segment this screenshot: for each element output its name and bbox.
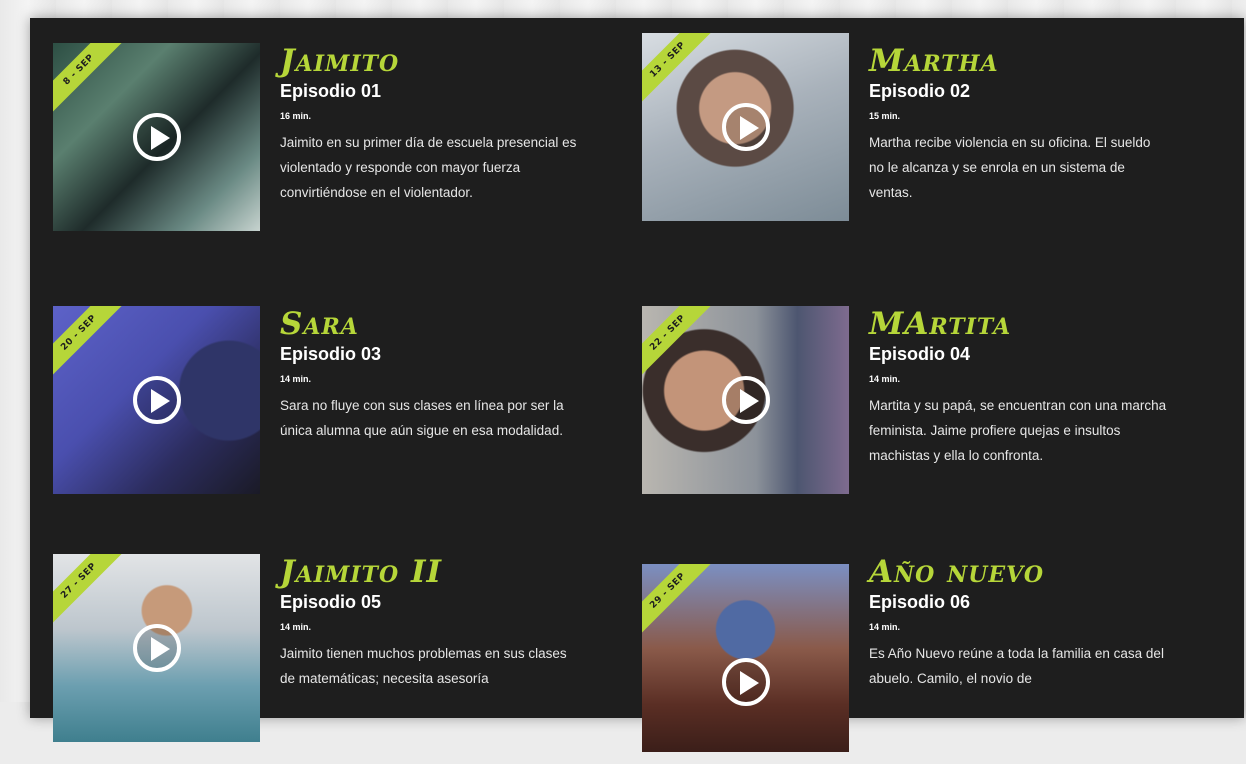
- episode-description: Martha recibe violencia en su oficina. E…: [869, 135, 1151, 200]
- play-icon: [150, 126, 170, 150]
- episode-thumbnail[interactable]: 20 - SEP: [53, 306, 260, 494]
- episode-info: MArtita Episodio 04 14 min. Martita y su…: [869, 306, 1189, 468]
- episode-info: Sara Episodio 03 14 min. Sara no fluye c…: [280, 306, 600, 443]
- character-name[interactable]: Sara: [280, 306, 600, 342]
- episode-card-04[interactable]: 22 - SEP MArtita Episodio 04 14 min. Mar…: [642, 306, 1202, 506]
- character-name[interactable]: Jaimito II: [280, 554, 600, 590]
- character-name[interactable]: MArtita: [869, 306, 1189, 342]
- episode-description: Martita y su papá, se encuentran con una…: [869, 398, 1167, 463]
- episode-title[interactable]: Episodio 05: [280, 592, 600, 613]
- episode-thumbnail[interactable]: 27 - SEP: [53, 554, 260, 742]
- play-button[interactable]: [132, 376, 181, 424]
- episode-info: Jaimito Episodio 01 16 min. Jaimito en s…: [280, 43, 600, 205]
- episode-description: Jaimito tienen muchos problemas en sus c…: [280, 646, 567, 686]
- play-icon: [739, 671, 759, 695]
- episode-thumbnail[interactable]: 8 - SEP: [53, 43, 260, 231]
- episode-card-02[interactable]: 13 - SEP Martha Episodio 02 15 min. Mart…: [642, 33, 1202, 233]
- episode-duration: 14 min.: [869, 622, 901, 632]
- episode-title[interactable]: Episodio 03: [280, 344, 600, 365]
- episode-thumbnail[interactable]: 22 - SEP: [642, 306, 849, 494]
- episode-duration: 16 min.: [280, 111, 312, 121]
- episode-info: Jaimito II Episodio 05 14 min. Jaimito t…: [280, 554, 600, 691]
- episode-info: Año nuevo Episodio 06 14 min. Es Año Nue…: [869, 554, 1189, 691]
- episode-duration: 15 min.: [869, 111, 901, 121]
- play-button[interactable]: [132, 113, 181, 161]
- episode-title[interactable]: Episodio 06: [869, 592, 1189, 613]
- episode-thumbnail[interactable]: 29 - SEP: [642, 564, 849, 752]
- episode-card-03[interactable]: 20 - SEP Sara Episodio 03 14 min. Sara n…: [53, 306, 613, 506]
- play-icon: [739, 116, 759, 140]
- episode-duration: 14 min.: [280, 622, 312, 632]
- play-button[interactable]: [721, 376, 770, 424]
- play-button[interactable]: [721, 658, 770, 706]
- episode-thumbnail[interactable]: 13 - SEP: [642, 33, 849, 221]
- episode-duration: 14 min.: [280, 374, 312, 384]
- character-name[interactable]: Año nuevo: [869, 554, 1189, 590]
- character-name[interactable]: Jaimito: [280, 43, 600, 79]
- episode-description: Jaimito en su primer día de escuela pres…: [280, 135, 577, 200]
- episode-title[interactable]: Episodio 01: [280, 81, 600, 102]
- episode-info: Martha Episodio 02 15 min. Martha recibe…: [869, 43, 1189, 205]
- episode-title[interactable]: Episodio 02: [869, 81, 1189, 102]
- episode-card-01[interactable]: 8 - SEP Jaimito Episodio 01 16 min. Jaim…: [53, 43, 613, 243]
- character-name[interactable]: Martha: [869, 43, 1189, 79]
- episode-title[interactable]: Episodio 04: [869, 344, 1189, 365]
- episodes-panel: 8 - SEP Jaimito Episodio 01 16 min. Jaim…: [30, 18, 1244, 752]
- play-button[interactable]: [721, 103, 770, 151]
- episode-duration: 14 min.: [869, 374, 901, 384]
- play-icon: [150, 389, 170, 413]
- episode-description: Es Año Nuevo reúne a toda la familia en …: [869, 646, 1164, 686]
- play-icon: [150, 637, 170, 661]
- play-icon: [739, 389, 759, 413]
- episode-description: Sara no fluye con sus clases en línea po…: [280, 398, 564, 438]
- episode-card-06[interactable]: 29 - SEP Año nuevo Episodio 06 14 min. E…: [642, 554, 1202, 764]
- episode-card-05[interactable]: 27 - SEP Jaimito II Episodio 05 14 min. …: [53, 554, 613, 754]
- play-button[interactable]: [132, 624, 181, 672]
